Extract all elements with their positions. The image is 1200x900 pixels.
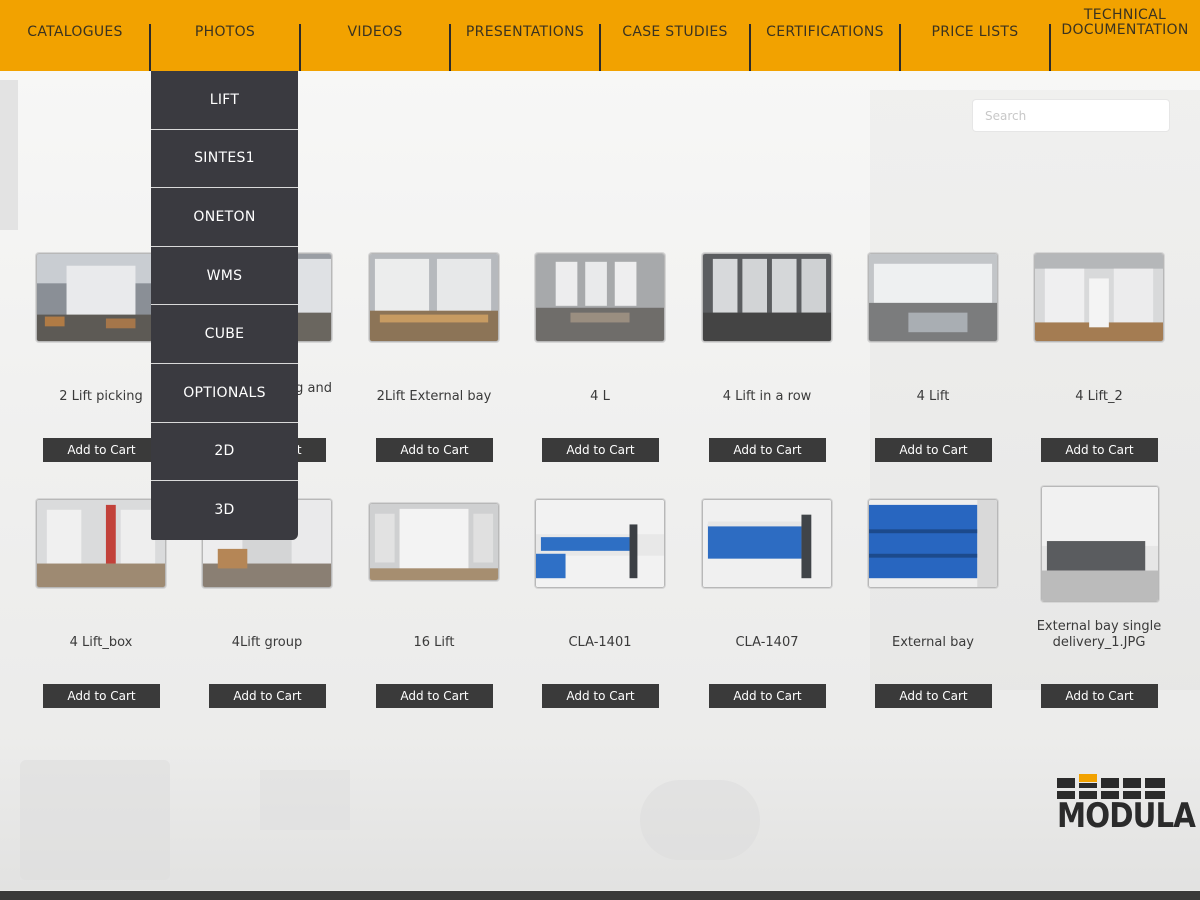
photos-dropdown-menu: LIFT SINTES1 ONETON WMS CUBE OPTIONALS 2… xyxy=(151,71,298,540)
add-to-cart-button[interactable]: Add to Cart xyxy=(1041,438,1158,462)
product-caption: 4 Lift_2 xyxy=(1075,389,1123,404)
modula-logo: MODULA xyxy=(1057,768,1196,840)
logo-text: MODULA xyxy=(1057,796,1196,836)
search-input[interactable] xyxy=(972,99,1170,132)
product-thumbnail[interactable] xyxy=(36,499,166,588)
product-caption: 2Lift External bay xyxy=(376,389,492,404)
nav-case-studies[interactable]: CASE STUDIES xyxy=(599,0,750,71)
add-to-cart-button[interactable]: Add to Cart xyxy=(43,438,160,462)
dropdown-item-wms[interactable]: WMS xyxy=(151,247,298,306)
product-thumbnail[interactable] xyxy=(36,253,166,342)
add-to-cart-button[interactable]: Add to Cart xyxy=(875,684,992,708)
nav-label: CERTIFICATIONS xyxy=(766,24,884,40)
add-to-cart-button[interactable]: Add to Cart xyxy=(709,438,826,462)
dropdown-item-sintes1[interactable]: SINTES1 xyxy=(151,130,298,189)
add-to-cart-button[interactable]: Add to Cart xyxy=(376,438,493,462)
nav-label: PRESENTATIONS xyxy=(465,24,585,40)
nav-label: PRICE LISTS xyxy=(931,24,1019,40)
product-caption: External bay xyxy=(892,635,974,650)
product-caption: 2 Lift picking xyxy=(59,389,143,404)
add-to-cart-button[interactable]: Add to Cart xyxy=(709,684,826,708)
top-navigation: CATALOGUES PHOTOS VIDEOS PRESENTATIONS C… xyxy=(0,0,1200,71)
product-thumbnail[interactable] xyxy=(702,253,832,342)
dropdown-item-cube[interactable]: CUBE xyxy=(151,305,298,364)
product-thumbnail[interactable] xyxy=(1041,486,1159,602)
nav-label: CATALOGUES xyxy=(27,24,123,40)
nav-label: VIDEOS xyxy=(347,24,403,40)
product-thumbnail[interactable] xyxy=(535,253,665,342)
add-to-cart-button[interactable]: Add to Cart xyxy=(875,438,992,462)
add-to-cart-button[interactable]: Add to Cart xyxy=(1041,684,1158,708)
product-caption: 4 L xyxy=(590,389,610,404)
product-thumbnail[interactable] xyxy=(702,499,832,588)
product-thumbnail[interactable] xyxy=(868,253,998,342)
product-caption: 4 Lift_box xyxy=(69,635,133,650)
add-to-cart-button[interactable]: Add to Cart xyxy=(209,684,326,708)
dropdown-item-lift[interactable]: LIFT xyxy=(151,71,298,130)
dropdown-item-2d[interactable]: 2D xyxy=(151,423,298,482)
add-to-cart-button[interactable]: Add to Cart xyxy=(542,684,659,708)
product-caption: 16 Lift xyxy=(413,635,455,650)
nav-videos[interactable]: VIDEOS xyxy=(299,0,450,71)
product-caption: 4 Lift xyxy=(916,389,950,404)
dropdown-item-oneton[interactable]: ONETON xyxy=(151,188,298,247)
nav-certifications[interactable]: CERTIFICATIONS xyxy=(749,0,900,71)
add-to-cart-button[interactable]: Add to Cart xyxy=(542,438,659,462)
product-thumbnail[interactable] xyxy=(369,253,499,342)
product-caption: External bay single delivery_1.JPG xyxy=(1036,619,1162,650)
nav-technical-documentation[interactable]: TECHNICAL DOCUMENTATION xyxy=(1049,0,1200,71)
nav-presentations[interactable]: PRESENTATIONS xyxy=(449,0,600,71)
nav-label: CASE STUDIES xyxy=(622,24,728,40)
product-caption: CLA-1401 xyxy=(568,635,632,650)
product-caption: CLA-1407 xyxy=(735,635,799,650)
logo-mark xyxy=(1057,774,1165,799)
product-thumbnail[interactable] xyxy=(1034,253,1164,342)
product-thumbnail[interactable] xyxy=(868,499,998,588)
dropdown-item-optionals[interactable]: OPTIONALS xyxy=(151,364,298,423)
nav-price-lists[interactable]: PRICE LISTS xyxy=(899,0,1050,71)
nav-catalogues[interactable]: CATALOGUES xyxy=(0,0,150,71)
add-to-cart-button[interactable]: Add to Cart xyxy=(43,684,160,708)
product-thumbnail[interactable] xyxy=(369,503,499,581)
add-to-cart-button[interactable]: Add to Cart xyxy=(376,684,493,708)
nav-photos[interactable]: PHOTOS xyxy=(149,0,300,71)
nav-label: PHOTOS xyxy=(194,24,256,40)
footer-bar xyxy=(0,891,1200,900)
nav-label: TECHNICAL DOCUMENTATION xyxy=(1061,7,1189,38)
product-thumbnail[interactable] xyxy=(535,499,665,588)
product-caption: 4Lift group xyxy=(231,635,303,650)
dropdown-item-3d[interactable]: 3D xyxy=(151,481,298,540)
product-caption: 4 Lift in a row xyxy=(722,389,812,404)
